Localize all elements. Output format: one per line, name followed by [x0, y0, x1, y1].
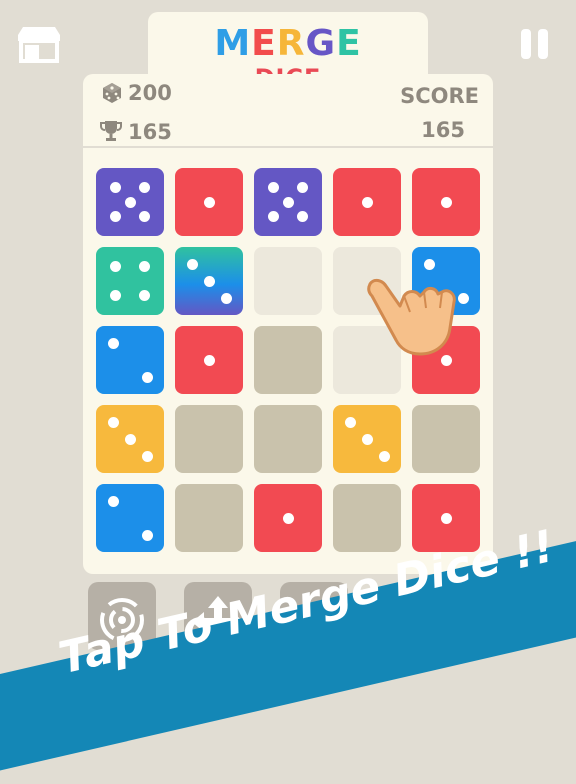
title-letter: R — [276, 23, 306, 64]
die-pip — [139, 181, 151, 193]
die-pip — [107, 337, 119, 349]
die-pip — [440, 196, 452, 208]
die-red-1[interactable] — [333, 168, 401, 236]
title-letter: G — [305, 23, 337, 64]
die-pip — [282, 512, 294, 524]
die-pip — [139, 211, 151, 223]
die-pip — [109, 290, 121, 302]
die-purple-5[interactable] — [96, 168, 164, 236]
score-label: SCORE — [400, 84, 479, 108]
die-red-1[interactable] — [175, 326, 243, 394]
title-letter: E — [336, 23, 362, 64]
die-red-1[interactable] — [412, 168, 480, 236]
pause-icon — [521, 29, 531, 59]
empty-cell[interactable] — [254, 326, 322, 394]
die-pip — [282, 196, 294, 208]
die-pip — [267, 181, 279, 193]
shop-button[interactable] — [15, 25, 63, 63]
die-pip — [107, 495, 119, 507]
empty-cell[interactable] — [333, 484, 401, 552]
score-value: 165 — [421, 118, 465, 142]
die-pip — [344, 416, 356, 428]
die-pip — [440, 512, 452, 524]
die-gradient-3[interactable] — [175, 247, 243, 315]
title-merge: MERGE — [148, 24, 428, 64]
die-pip — [109, 181, 121, 193]
die-pip — [297, 181, 309, 193]
die-blue-2[interactable] — [96, 326, 164, 394]
die-pip — [361, 196, 373, 208]
die-teal-4[interactable] — [96, 247, 164, 315]
title-letter: E — [251, 23, 277, 64]
die-yellow-3[interactable] — [333, 405, 401, 473]
die-pip — [203, 354, 215, 366]
die-pip — [124, 196, 136, 208]
die-pip — [203, 275, 215, 287]
die-blue-2[interactable] — [96, 484, 164, 552]
stats-panel: 200 165 SCORE 165 — [83, 74, 493, 146]
die-pip — [267, 211, 279, 223]
dice-icon — [103, 83, 121, 103]
die-pip — [361, 433, 373, 445]
shop-icon — [18, 27, 60, 63]
die-pip — [124, 433, 136, 445]
best-score: 165 — [128, 120, 172, 144]
die-pip — [109, 260, 121, 272]
die-pip — [186, 258, 198, 270]
pointing-hand-icon — [367, 278, 456, 356]
trophy-icon — [100, 121, 122, 141]
die-pip — [139, 290, 151, 302]
empty-cell[interactable] — [412, 405, 480, 473]
die-yellow-3[interactable] — [96, 405, 164, 473]
die-pip — [109, 211, 121, 223]
die-pip — [141, 371, 153, 383]
empty-cell[interactable] — [175, 405, 243, 473]
die-pip — [139, 260, 151, 272]
die-pip — [141, 450, 153, 462]
die-pip — [141, 529, 153, 541]
empty-cell[interactable] — [175, 484, 243, 552]
die-pip — [107, 416, 119, 428]
die-pip — [378, 450, 390, 462]
die-pip — [297, 211, 309, 223]
die-purple-5[interactable] — [254, 168, 322, 236]
pause-button[interactable] — [518, 27, 552, 61]
dice-count: 200 — [128, 81, 172, 105]
die-red-1[interactable] — [254, 484, 322, 552]
title-letter: M — [214, 23, 252, 64]
pause-icon — [538, 29, 548, 59]
empty-cell[interactable] — [254, 405, 322, 473]
highlighted-cell[interactable] — [254, 247, 322, 315]
die-red-1[interactable] — [175, 168, 243, 236]
die-pip — [203, 196, 215, 208]
die-pip — [220, 292, 232, 304]
dice-board — [83, 148, 493, 574]
